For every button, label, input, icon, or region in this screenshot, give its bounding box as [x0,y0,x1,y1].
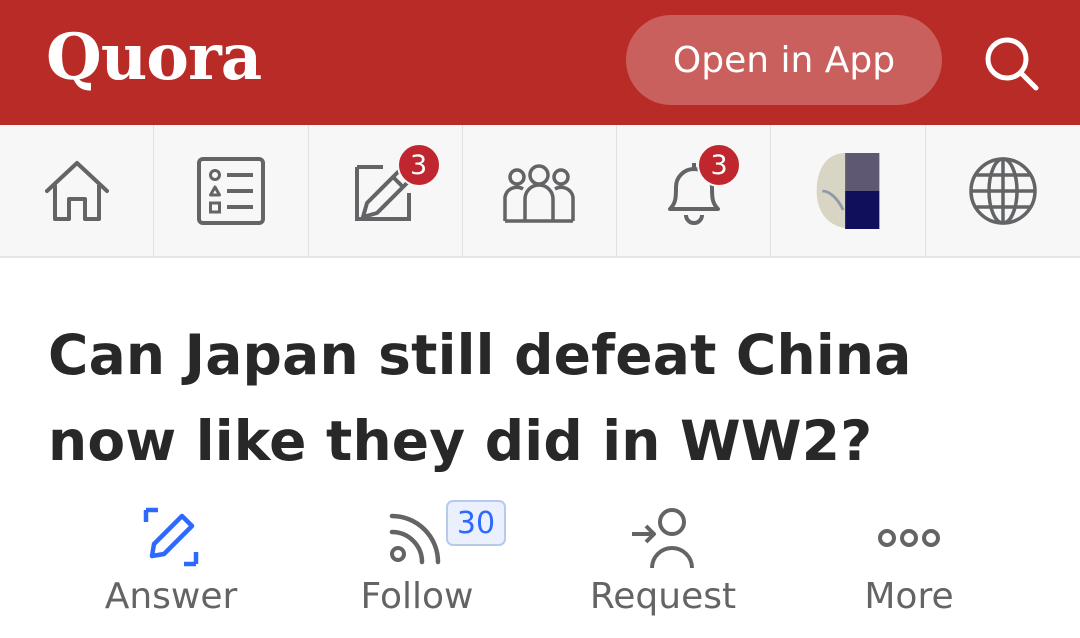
nav-spaces[interactable] [463,125,618,256]
more-dots-icon [878,529,940,547]
profile-avatar [816,152,880,229]
nav-profile[interactable] [771,125,926,256]
nav-notifications[interactable]: 3 [617,125,772,256]
follow-count-badge: 30 [446,500,506,546]
nav-following[interactable] [154,125,309,256]
request-button[interactable]: Request [563,500,763,630]
pencil-icon [143,507,199,567]
search-button[interactable] [980,32,1042,94]
open-in-app-button[interactable]: Open in App [626,15,942,105]
spaces-icon [503,163,576,223]
question-title[interactable]: Can Japan still defeat China now like th… [48,312,1048,484]
top-header: Quora Open in App [0,0,1080,125]
rss-icon [389,513,441,565]
nav-language[interactable] [926,125,1080,256]
notifications-badge: 3 [697,143,742,187]
answer-button[interactable]: Answer [71,500,271,630]
nav-home[interactable] [0,125,155,256]
home-icon [44,160,109,221]
answer-label: Answer [104,576,238,617]
request-label: Request [589,576,737,617]
quora-logo[interactable]: Quora [46,18,262,98]
nav-write[interactable]: 3 [309,125,463,256]
request-user-icon [632,508,694,569]
more-button[interactable]: More [809,500,1009,630]
more-label: More [864,576,954,617]
nav-bar: 3 3 [0,125,1080,258]
search-icon [985,37,1039,91]
question-actions: Answer Follow Request More [0,500,1080,630]
write-badge: 3 [396,143,441,187]
follow-label: Follow [360,576,474,617]
following-list-icon [196,156,265,225]
globe-icon [969,156,1037,225]
